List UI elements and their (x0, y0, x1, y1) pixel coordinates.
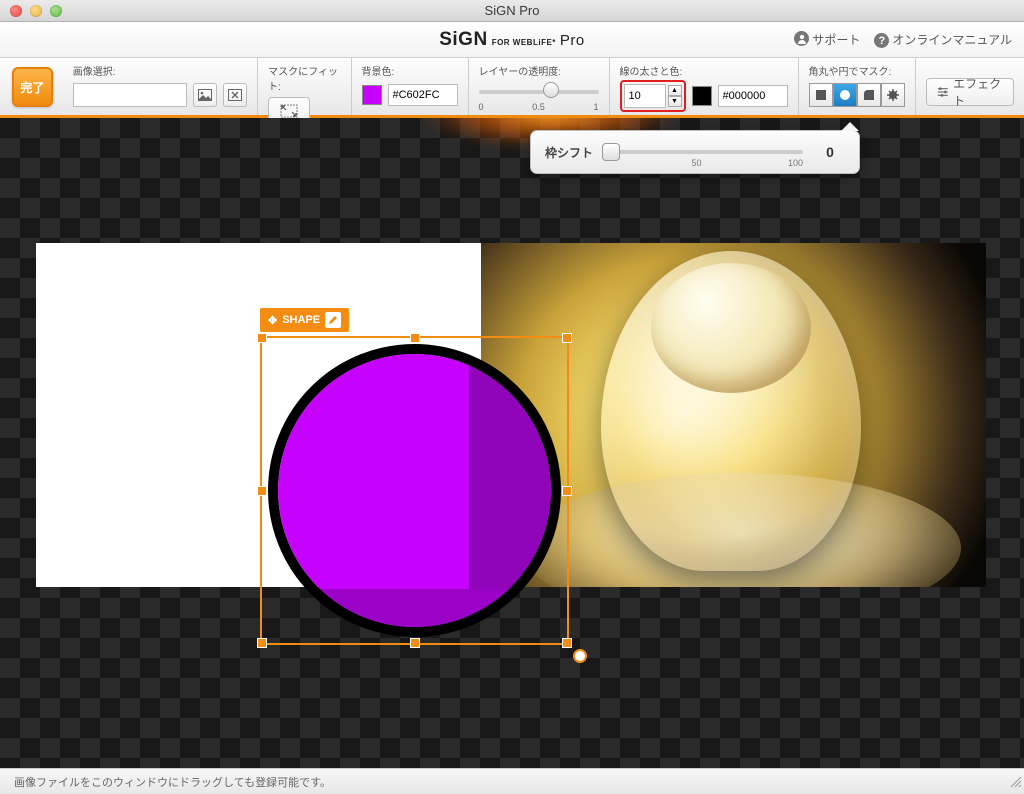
bg-color-label: 背景色: (362, 63, 458, 78)
effect-button[interactable]: エフェクト (926, 78, 1015, 106)
mask-square-button[interactable] (809, 83, 833, 107)
help-icon: ? (874, 33, 889, 48)
stroke-label: 線の太さと色: (620, 63, 788, 78)
mask-star-button[interactable] (881, 83, 905, 107)
stroke-thickness-group: ▲ ▼ (620, 80, 686, 112)
brand-tier: Pro (560, 32, 585, 49)
resize-handle-br[interactable] (562, 638, 572, 648)
opacity-max: 1 (593, 102, 598, 112)
done-button[interactable]: 完了 (12, 67, 53, 107)
bg-color-swatch[interactable] (362, 85, 382, 105)
brand-sub: FOR WEBLiFE* (492, 38, 556, 47)
brand-logo: SiGN FOR WEBLiFE* Pro (439, 29, 585, 51)
shift-max: 100 (788, 158, 803, 168)
thickness-down-button[interactable]: ▼ (668, 96, 682, 107)
browse-image-button[interactable] (193, 83, 217, 107)
opacity-slider[interactable] (479, 82, 599, 86)
window-title: SiGN Pro (0, 3, 1024, 18)
brand-name: SiGN (439, 29, 487, 51)
resize-handle-l[interactable] (257, 486, 267, 496)
mask-shape-label: 角丸や円でマスク: (809, 63, 905, 78)
circle-shape[interactable] (268, 344, 561, 637)
resize-handle-b[interactable] (410, 638, 420, 648)
stroke-thickness-input[interactable] (624, 84, 666, 108)
footer: 画像ファイルをこのウィンドウにドラッグしても登録可能です。 (0, 768, 1024, 794)
manual-label: オンラインマニュアル (892, 33, 1012, 47)
shape-selection[interactable]: ✥ SHAPE (260, 336, 569, 645)
stroke-color-swatch[interactable] (692, 86, 712, 106)
footer-hint: 画像ファイルをこのウィンドウにドラッグしても登録可能です。 (14, 774, 331, 790)
canvas-area[interactable]: 枠シフト 50 100 0 ✥ SHAPE (0, 118, 1024, 768)
edit-shape-button[interactable] (325, 312, 341, 328)
move-icon: ✥ (268, 314, 277, 327)
shape-tag[interactable]: ✥ SHAPE (260, 308, 349, 332)
frame-shift-label: 枠シフト (545, 144, 593, 161)
window-resize-grip[interactable] (1008, 774, 1022, 788)
frame-shift-value: 0 (815, 144, 845, 160)
clear-image-button[interactable] (223, 83, 247, 107)
support-link[interactable]: サポート (794, 31, 860, 49)
support-label: サポート (812, 33, 860, 47)
user-icon (794, 31, 809, 46)
toolbar: 完了 画像選択: マスクにフィット: 背景色: レイヤーの透明度: (0, 58, 1024, 118)
effect-label: エフェクト (953, 75, 1003, 109)
mask-rounded-button[interactable] (857, 83, 881, 107)
shift-mid: 50 (691, 158, 701, 168)
mask-fit-label: マスクにフィット: (268, 63, 340, 93)
frame-shift-panel: 枠シフト 50 100 0 (530, 130, 860, 174)
mask-circle-button[interactable] (833, 83, 857, 107)
manual-link[interactable]: ?オンラインマニュアル (874, 31, 1012, 49)
resize-handle-tr[interactable] (562, 333, 572, 343)
resize-handle-r[interactable] (562, 486, 572, 496)
app-header: SiGN FOR WEBLiFE* Pro サポート ?オンラインマニュアル (0, 22, 1024, 58)
resize-handle-bl[interactable] (257, 638, 267, 648)
resize-handle-t[interactable] (410, 333, 420, 343)
sliders-icon (937, 86, 949, 98)
thickness-up-button[interactable]: ▲ (668, 85, 682, 96)
stroke-color-input[interactable] (718, 85, 788, 107)
bg-color-input[interactable] (388, 84, 458, 106)
rotate-handle[interactable] (573, 649, 587, 663)
titlebar: SiGN Pro (0, 0, 1024, 22)
image-select-label: 画像選択: (73, 63, 247, 78)
image-path-input[interactable] (73, 83, 187, 107)
opacity-label: レイヤーの透明度: (479, 63, 599, 78)
resize-handle-tl[interactable] (257, 333, 267, 343)
opacity-mid: 0.5 (532, 102, 545, 112)
opacity-min: 0 (479, 102, 484, 112)
shape-tag-label: SHAPE (282, 314, 320, 326)
frame-shift-slider[interactable]: 50 100 (605, 142, 803, 162)
